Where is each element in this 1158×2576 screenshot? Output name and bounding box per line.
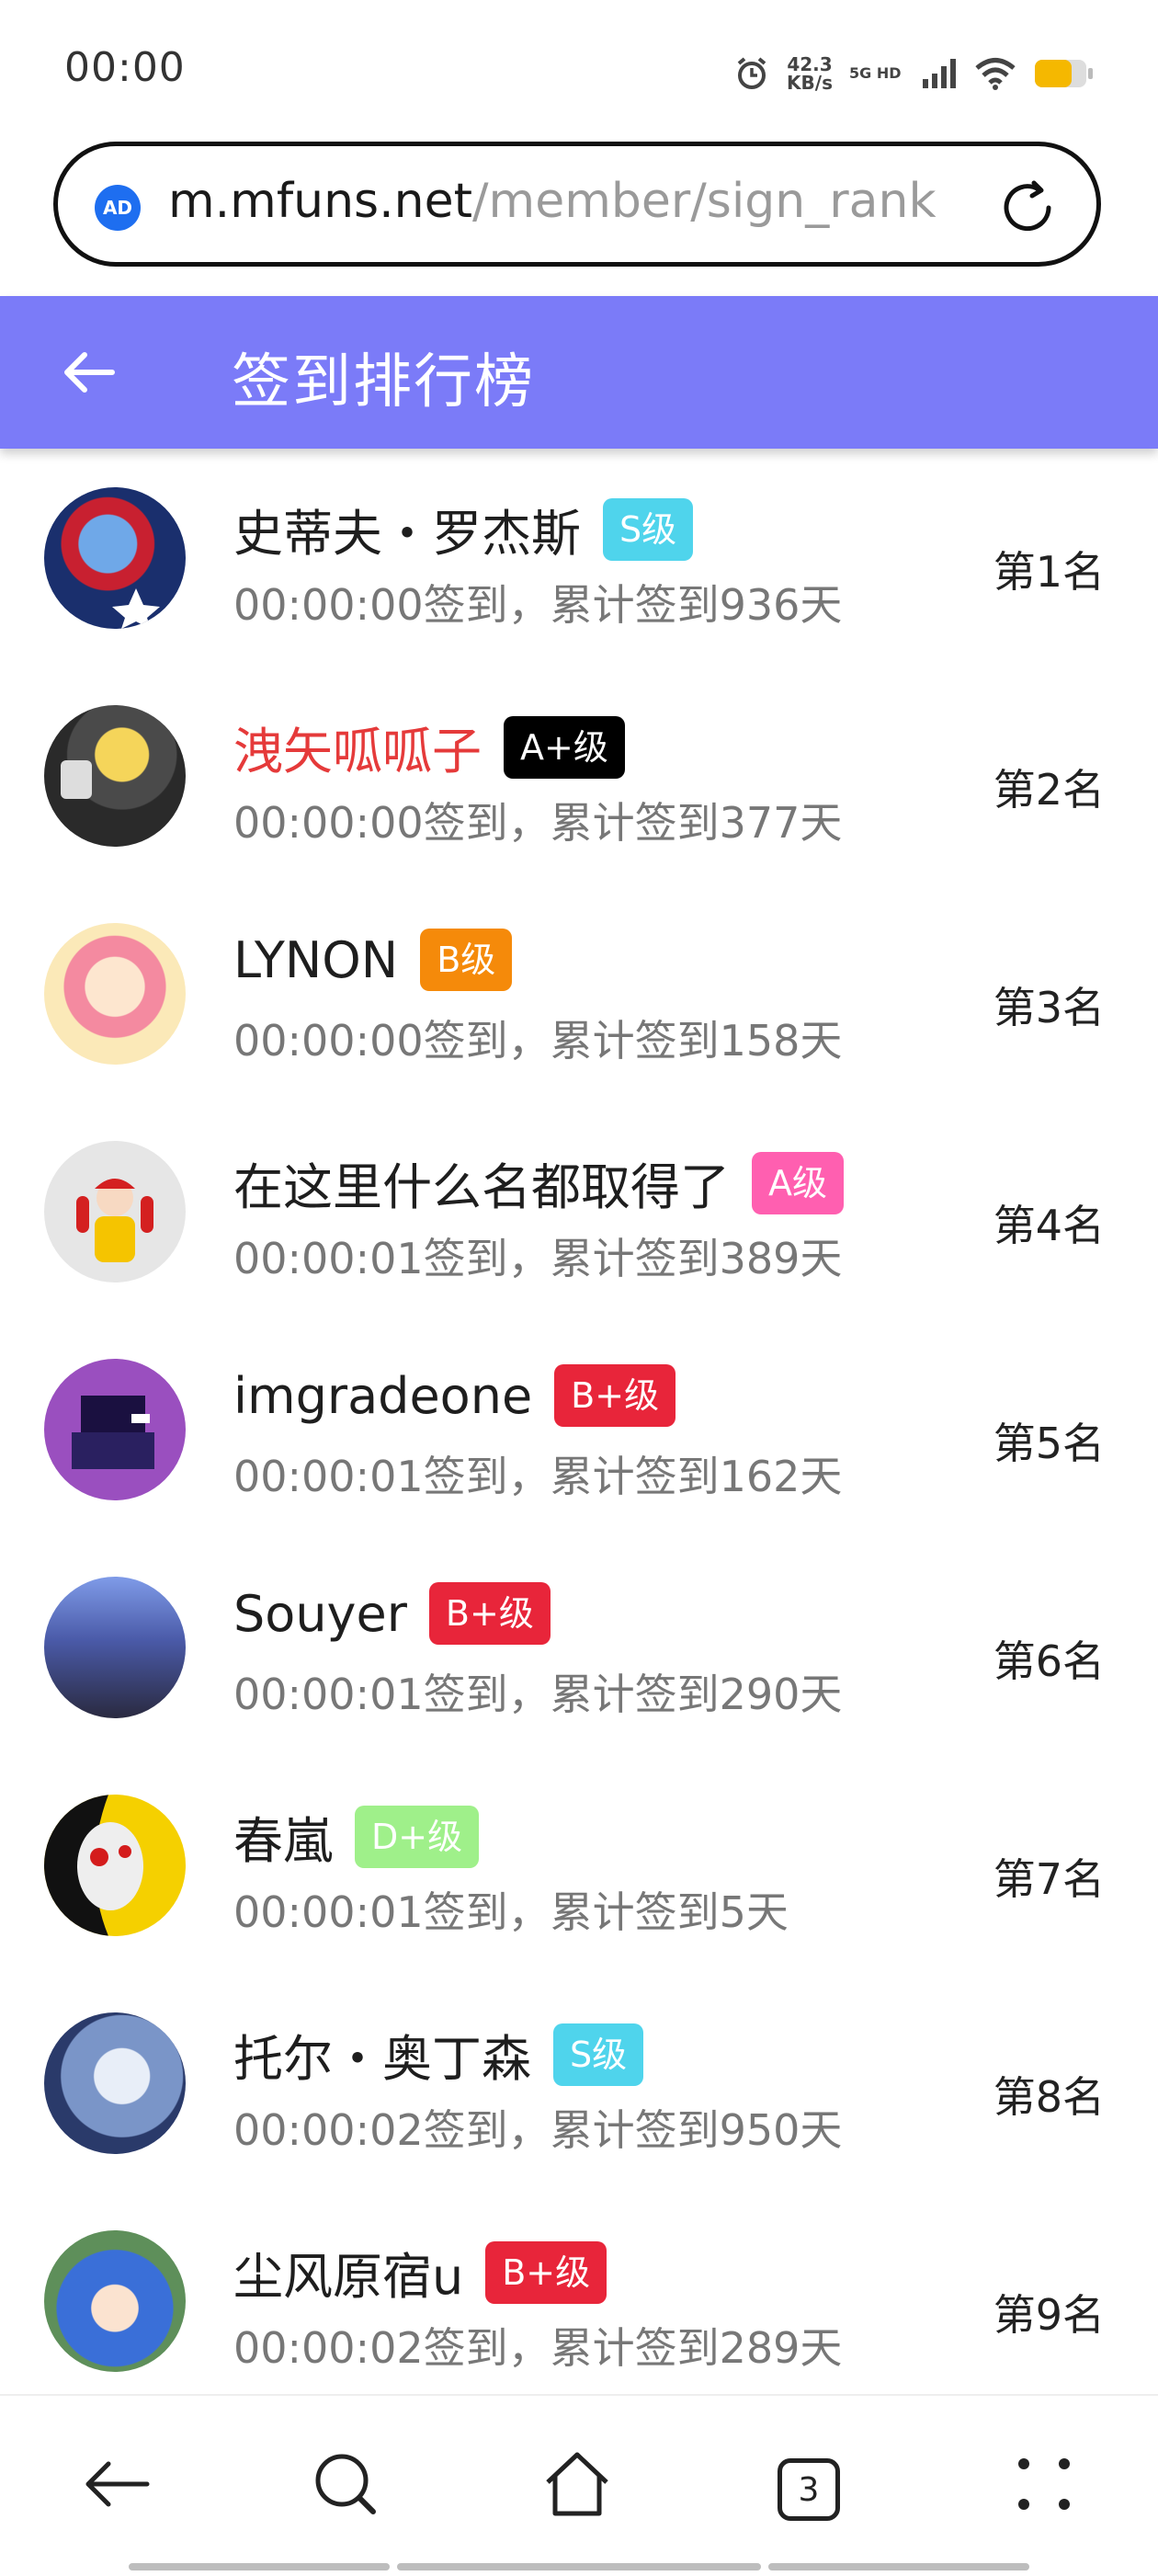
page-title: 签到排行榜: [232, 348, 535, 416]
name-line: 史蒂夫・罗杰斯 S级: [233, 493, 694, 565]
clown-avatar-icon: [76, 1179, 153, 1262]
rank-label: 第7名: [993, 1854, 1105, 1904]
level-badge: A级: [752, 1151, 844, 1214]
ranking-row[interactable]: 春嵐 D+级 00:00:01签到，累计签到5天 第7名: [0, 1767, 1158, 1985]
gesture-bar-segment: [129, 2563, 390, 2570]
battery-icon: [1035, 60, 1093, 87]
network-speed-unit: KB/s: [787, 72, 833, 94]
avatar[interactable]: [44, 1795, 186, 1936]
name-line: LYNON B级: [233, 929, 513, 991]
rank-label: 第1名: [993, 547, 1105, 597]
avatar[interactable]: [44, 1141, 186, 1282]
sign-info: 00:00:00签到，累计签到377天: [233, 798, 843, 848]
avatar[interactable]: [44, 2230, 186, 2372]
rank-label: 第8名: [993, 2072, 1105, 2122]
rank-label: 第9名: [993, 2290, 1105, 2340]
ranking-list: 史蒂夫・罗杰斯 S级 00:00:00签到，累计签到936天 第1名 洩矢呱呱子…: [0, 460, 1158, 2421]
avatar[interactable]: [44, 923, 186, 1065]
name-line: 洩矢呱呱子 A+级: [233, 711, 625, 783]
level-badge: A+级: [504, 715, 625, 779]
user-name[interactable]: 春嵐: [233, 1800, 333, 1873]
level-badge: B+级: [428, 1582, 551, 1645]
sign-info: 00:00:02签到，累计签到289天: [233, 2323, 843, 2373]
ranking-row[interactable]: Souyer B+级 00:00:01签到，累计签到290天 第6名: [0, 1549, 1158, 1767]
user-name[interactable]: 在这里什么名都取得了: [233, 1146, 730, 1219]
sign-info: 00:00:01签到，累计签到389天: [233, 1234, 843, 1283]
page-header: 签到排行榜: [0, 296, 1158, 449]
sign-info: 00:00:00签到，累计签到936天: [233, 580, 843, 630]
user-name[interactable]: Souyer: [233, 1585, 407, 1643]
address-bar[interactable]: AD m.mfuns.net/member/sign_rank: [53, 142, 1101, 267]
name-line: 尘风原宿u B+级: [233, 2236, 607, 2308]
avatar[interactable]: [44, 1359, 186, 1500]
ranking-row[interactable]: 史蒂夫・罗杰斯 S级 00:00:00签到，累计签到936天 第1名: [0, 460, 1158, 678]
back-arrow-icon[interactable]: [57, 340, 121, 405]
ranking-row[interactable]: 洩矢呱呱子 A+级 00:00:00签到，累计签到377天 第2名: [0, 678, 1158, 895]
tabs-button[interactable]: 3: [778, 2458, 840, 2521]
url-path: /member/sign_rank: [472, 174, 937, 229]
sign-info: 00:00:00签到，累计签到158天: [233, 1016, 843, 1066]
avatar[interactable]: [44, 487, 186, 629]
ranking-row[interactable]: LYNON B级 00:00:00签到，累计签到158天 第3名: [0, 895, 1158, 1113]
name-line: 在这里什么名都取得了 A级: [233, 1146, 844, 1219]
rank-label: 第4名: [993, 1201, 1105, 1250]
avatar[interactable]: [44, 1577, 186, 1718]
back-icon[interactable]: [81, 2447, 154, 2521]
name-line: imgradeone B+级: [233, 1364, 676, 1427]
figure-avatar-icon: [61, 760, 92, 799]
url-text[interactable]: m.mfuns.net/member/sign_rank: [168, 174, 937, 229]
search-icon[interactable]: [309, 2447, 382, 2521]
gesture-bar-segment: [397, 2563, 761, 2570]
wifi-icon: [975, 58, 1016, 90]
ranking-row[interactable]: 托尔・奥丁森 S级 00:00:02签到，累计签到950天 第8名: [0, 1985, 1158, 2203]
network-speed: 42.3 KB/s: [787, 55, 833, 92]
rank-label: 第3名: [993, 983, 1105, 1032]
rank-label: 第2名: [993, 765, 1105, 815]
avatar[interactable]: [44, 705, 186, 847]
status-bar: 00:00 42.3 KB/s 5G HD: [0, 0, 1158, 138]
network-speed-value: 42.3: [787, 53, 833, 75]
url-host: m.mfuns.net: [168, 174, 473, 229]
signal-icon: [923, 59, 956, 88]
reload-icon[interactable]: [995, 176, 1060, 240]
sign-info: 00:00:01签到，累计签到162天: [233, 1452, 843, 1501]
ranking-row[interactable]: 尘风原宿u B+级 00:00:02签到，累计签到289天 第9名: [0, 2203, 1158, 2421]
pixel-avatar-icon: [72, 1396, 154, 1469]
user-name[interactable]: LYNON: [233, 931, 398, 989]
name-line: 托尔・奥丁森 S级: [233, 2018, 644, 2091]
name-line: 春嵐 D+级: [233, 1800, 480, 1873]
sign-info: 00:00:02签到，累计签到950天: [233, 2105, 843, 2155]
user-name[interactable]: 尘风原宿u: [233, 2236, 463, 2308]
user-name[interactable]: 洩矢呱呱子: [233, 711, 482, 783]
level-badge: D+级: [355, 1805, 480, 1868]
sign-info: 00:00:01签到，累计签到5天: [233, 1887, 789, 1937]
avatar[interactable]: [44, 2012, 186, 2154]
menu-dots-icon[interactable]: [1007, 2447, 1081, 2521]
level-badge: B级: [420, 929, 513, 991]
level-badge: S级: [603, 497, 694, 561]
mask-avatar-icon: [44, 1795, 143, 1936]
rank-label: 第5名: [993, 1419, 1105, 1468]
network-type: 5G HD: [849, 64, 902, 82]
user-name[interactable]: imgradeone: [233, 1367, 532, 1425]
gesture-bar-segment: [768, 2563, 1029, 2570]
level-badge: B+级: [554, 1364, 676, 1427]
user-name[interactable]: 托尔・奥丁森: [233, 2018, 531, 2091]
status-icons: 42.3 KB/s 5G HD: [733, 46, 1094, 101]
ranking-row[interactable]: imgradeone B+级 00:00:01签到，累计签到162天 第5名: [0, 1331, 1158, 1549]
ranking-row[interactable]: 在这里什么名都取得了 A级 00:00:01签到，累计签到389天 第4名: [0, 1113, 1158, 1331]
level-badge: S级: [553, 2023, 644, 2086]
status-time: 00:00: [64, 44, 186, 91]
alarm-icon: [737, 57, 766, 89]
browser-bottom-nav: 3: [0, 2394, 1158, 2576]
level-badge: B+级: [485, 2240, 607, 2304]
name-line: Souyer B+级: [233, 1582, 551, 1645]
sign-info: 00:00:01签到，累计签到290天: [233, 1670, 843, 1719]
user-name[interactable]: 史蒂夫・罗杰斯: [233, 493, 581, 565]
ad-block-icon[interactable]: AD: [95, 185, 141, 231]
home-icon[interactable]: [540, 2447, 614, 2521]
rank-label: 第6名: [993, 1636, 1105, 1686]
captain-america-avatar-icon: [112, 588, 160, 629]
